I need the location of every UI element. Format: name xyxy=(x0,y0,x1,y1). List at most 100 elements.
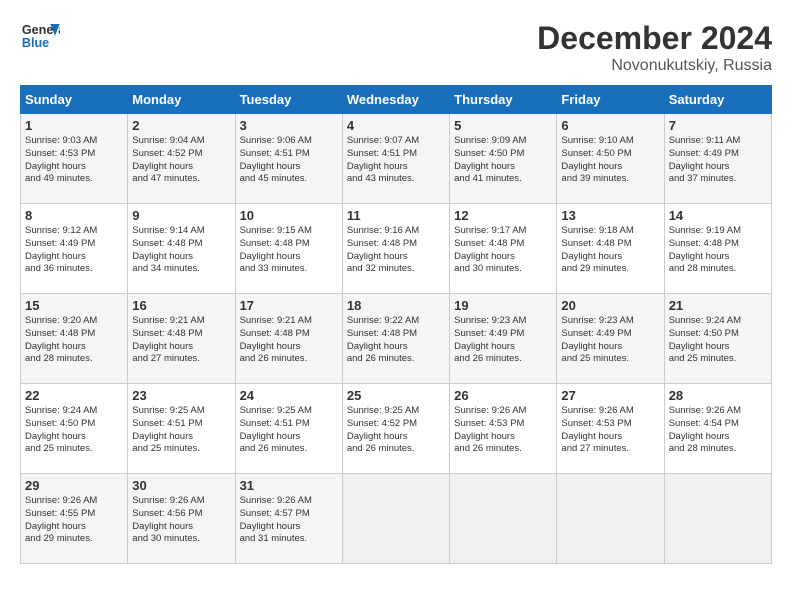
calendar-cell: 14 Sunrise: 9:19 AM Sunset: 4:48 PM Dayl… xyxy=(664,204,771,294)
calendar-row: 1 Sunrise: 9:03 AM Sunset: 4:53 PM Dayli… xyxy=(21,114,772,204)
calendar-cell: 20 Sunrise: 9:23 AM Sunset: 4:49 PM Dayl… xyxy=(557,294,664,384)
calendar-cell: 4 Sunrise: 9:07 AM Sunset: 4:51 PM Dayli… xyxy=(342,114,449,204)
day-number: 26 xyxy=(454,388,552,403)
location: Novonukutskiy, Russia xyxy=(537,57,772,75)
cell-info: Sunrise: 9:26 AM Sunset: 4:54 PM Dayligh… xyxy=(669,405,767,456)
day-number: 19 xyxy=(454,298,552,313)
calendar-cell: 17 Sunrise: 9:21 AM Sunset: 4:48 PM Dayl… xyxy=(235,294,342,384)
main-title: December 2024 xyxy=(537,20,772,57)
header-row: Sunday Monday Tuesday Wednesday Thursday… xyxy=(21,86,772,114)
calendar-cell: 8 Sunrise: 9:12 AM Sunset: 4:49 PM Dayli… xyxy=(21,204,128,294)
cell-info: Sunrise: 9:21 AM Sunset: 4:48 PM Dayligh… xyxy=(132,315,230,366)
calendar-cell: 21 Sunrise: 9:24 AM Sunset: 4:50 PM Dayl… xyxy=(664,294,771,384)
cell-info: Sunrise: 9:26 AM Sunset: 4:53 PM Dayligh… xyxy=(454,405,552,456)
cell-info: Sunrise: 9:20 AM Sunset: 4:48 PM Dayligh… xyxy=(25,315,123,366)
calendar-row: 8 Sunrise: 9:12 AM Sunset: 4:49 PM Dayli… xyxy=(21,204,772,294)
day-number: 6 xyxy=(561,118,659,133)
day-number: 25 xyxy=(347,388,445,403)
calendar-cell xyxy=(450,474,557,564)
logo: General Blue xyxy=(20,20,60,50)
cell-info: Sunrise: 9:19 AM Sunset: 4:48 PM Dayligh… xyxy=(669,225,767,276)
calendar-cell: 10 Sunrise: 9:15 AM Sunset: 4:48 PM Dayl… xyxy=(235,204,342,294)
page-header: General Blue December 2024 Novonukutskiy… xyxy=(20,20,772,75)
cell-info: Sunrise: 9:16 AM Sunset: 4:48 PM Dayligh… xyxy=(347,225,445,276)
col-tuesday: Tuesday xyxy=(235,86,342,114)
day-number: 8 xyxy=(25,208,123,223)
day-number: 28 xyxy=(669,388,767,403)
calendar-cell: 5 Sunrise: 9:09 AM Sunset: 4:50 PM Dayli… xyxy=(450,114,557,204)
cell-info: Sunrise: 9:17 AM Sunset: 4:48 PM Dayligh… xyxy=(454,225,552,276)
svg-text:Blue: Blue xyxy=(22,36,49,50)
calendar-cell: 26 Sunrise: 9:26 AM Sunset: 4:53 PM Dayl… xyxy=(450,384,557,474)
cell-info: Sunrise: 9:25 AM Sunset: 4:52 PM Dayligh… xyxy=(347,405,445,456)
cell-info: Sunrise: 9:12 AM Sunset: 4:49 PM Dayligh… xyxy=(25,225,123,276)
day-number: 27 xyxy=(561,388,659,403)
cell-info: Sunrise: 9:25 AM Sunset: 4:51 PM Dayligh… xyxy=(132,405,230,456)
cell-info: Sunrise: 9:24 AM Sunset: 4:50 PM Dayligh… xyxy=(25,405,123,456)
day-number: 3 xyxy=(240,118,338,133)
cell-info: Sunrise: 9:15 AM Sunset: 4:48 PM Dayligh… xyxy=(240,225,338,276)
day-number: 21 xyxy=(669,298,767,313)
cell-info: Sunrise: 9:23 AM Sunset: 4:49 PM Dayligh… xyxy=(561,315,659,366)
calendar-cell: 11 Sunrise: 9:16 AM Sunset: 4:48 PM Dayl… xyxy=(342,204,449,294)
day-number: 10 xyxy=(240,208,338,223)
calendar-cell xyxy=(557,474,664,564)
col-sunday: Sunday xyxy=(21,86,128,114)
calendar-cell xyxy=(342,474,449,564)
cell-info: Sunrise: 9:25 AM Sunset: 4:51 PM Dayligh… xyxy=(240,405,338,456)
day-number: 14 xyxy=(669,208,767,223)
calendar-cell: 22 Sunrise: 9:24 AM Sunset: 4:50 PM Dayl… xyxy=(21,384,128,474)
day-number: 23 xyxy=(132,388,230,403)
cell-info: Sunrise: 9:09 AM Sunset: 4:50 PM Dayligh… xyxy=(454,135,552,186)
calendar-row: 29 Sunrise: 9:26 AM Sunset: 4:55 PM Dayl… xyxy=(21,474,772,564)
day-number: 22 xyxy=(25,388,123,403)
calendar-cell: 15 Sunrise: 9:20 AM Sunset: 4:48 PM Dayl… xyxy=(21,294,128,384)
calendar-cell: 19 Sunrise: 9:23 AM Sunset: 4:49 PM Dayl… xyxy=(450,294,557,384)
calendar-cell: 7 Sunrise: 9:11 AM Sunset: 4:49 PM Dayli… xyxy=(664,114,771,204)
day-number: 5 xyxy=(454,118,552,133)
cell-info: Sunrise: 9:21 AM Sunset: 4:48 PM Dayligh… xyxy=(240,315,338,366)
day-number: 2 xyxy=(132,118,230,133)
calendar-row: 22 Sunrise: 9:24 AM Sunset: 4:50 PM Dayl… xyxy=(21,384,772,474)
day-number: 13 xyxy=(561,208,659,223)
calendar-cell: 29 Sunrise: 9:26 AM Sunset: 4:55 PM Dayl… xyxy=(21,474,128,564)
cell-info: Sunrise: 9:04 AM Sunset: 4:52 PM Dayligh… xyxy=(132,135,230,186)
calendar-cell: 6 Sunrise: 9:10 AM Sunset: 4:50 PM Dayli… xyxy=(557,114,664,204)
calendar-cell: 24 Sunrise: 9:25 AM Sunset: 4:51 PM Dayl… xyxy=(235,384,342,474)
day-number: 29 xyxy=(25,478,123,493)
col-saturday: Saturday xyxy=(664,86,771,114)
cell-info: Sunrise: 9:03 AM Sunset: 4:53 PM Dayligh… xyxy=(25,135,123,186)
calendar-cell: 13 Sunrise: 9:18 AM Sunset: 4:48 PM Dayl… xyxy=(557,204,664,294)
day-number: 1 xyxy=(25,118,123,133)
calendar-cell: 31 Sunrise: 9:26 AM Sunset: 4:57 PM Dayl… xyxy=(235,474,342,564)
cell-info: Sunrise: 9:11 AM Sunset: 4:49 PM Dayligh… xyxy=(669,135,767,186)
day-number: 20 xyxy=(561,298,659,313)
col-thursday: Thursday xyxy=(450,86,557,114)
col-wednesday: Wednesday xyxy=(342,86,449,114)
cell-info: Sunrise: 9:22 AM Sunset: 4:48 PM Dayligh… xyxy=(347,315,445,366)
cell-info: Sunrise: 9:24 AM Sunset: 4:50 PM Dayligh… xyxy=(669,315,767,366)
calendar-cell xyxy=(664,474,771,564)
day-number: 4 xyxy=(347,118,445,133)
calendar-cell: 27 Sunrise: 9:26 AM Sunset: 4:53 PM Dayl… xyxy=(557,384,664,474)
cell-info: Sunrise: 9:26 AM Sunset: 4:57 PM Dayligh… xyxy=(240,495,338,546)
day-number: 30 xyxy=(132,478,230,493)
day-number: 17 xyxy=(240,298,338,313)
cell-info: Sunrise: 9:06 AM Sunset: 4:51 PM Dayligh… xyxy=(240,135,338,186)
calendar-cell: 16 Sunrise: 9:21 AM Sunset: 4:48 PM Dayl… xyxy=(128,294,235,384)
cell-info: Sunrise: 9:18 AM Sunset: 4:48 PM Dayligh… xyxy=(561,225,659,276)
day-number: 18 xyxy=(347,298,445,313)
cell-info: Sunrise: 9:10 AM Sunset: 4:50 PM Dayligh… xyxy=(561,135,659,186)
day-number: 16 xyxy=(132,298,230,313)
calendar-cell: 1 Sunrise: 9:03 AM Sunset: 4:53 PM Dayli… xyxy=(21,114,128,204)
day-number: 31 xyxy=(240,478,338,493)
calendar-cell: 9 Sunrise: 9:14 AM Sunset: 4:48 PM Dayli… xyxy=(128,204,235,294)
col-monday: Monday xyxy=(128,86,235,114)
cell-info: Sunrise: 9:26 AM Sunset: 4:55 PM Dayligh… xyxy=(25,495,123,546)
calendar-cell: 12 Sunrise: 9:17 AM Sunset: 4:48 PM Dayl… xyxy=(450,204,557,294)
day-number: 7 xyxy=(669,118,767,133)
day-number: 15 xyxy=(25,298,123,313)
calendar-cell: 28 Sunrise: 9:26 AM Sunset: 4:54 PM Dayl… xyxy=(664,384,771,474)
cell-info: Sunrise: 9:14 AM Sunset: 4:48 PM Dayligh… xyxy=(132,225,230,276)
cell-info: Sunrise: 9:07 AM Sunset: 4:51 PM Dayligh… xyxy=(347,135,445,186)
